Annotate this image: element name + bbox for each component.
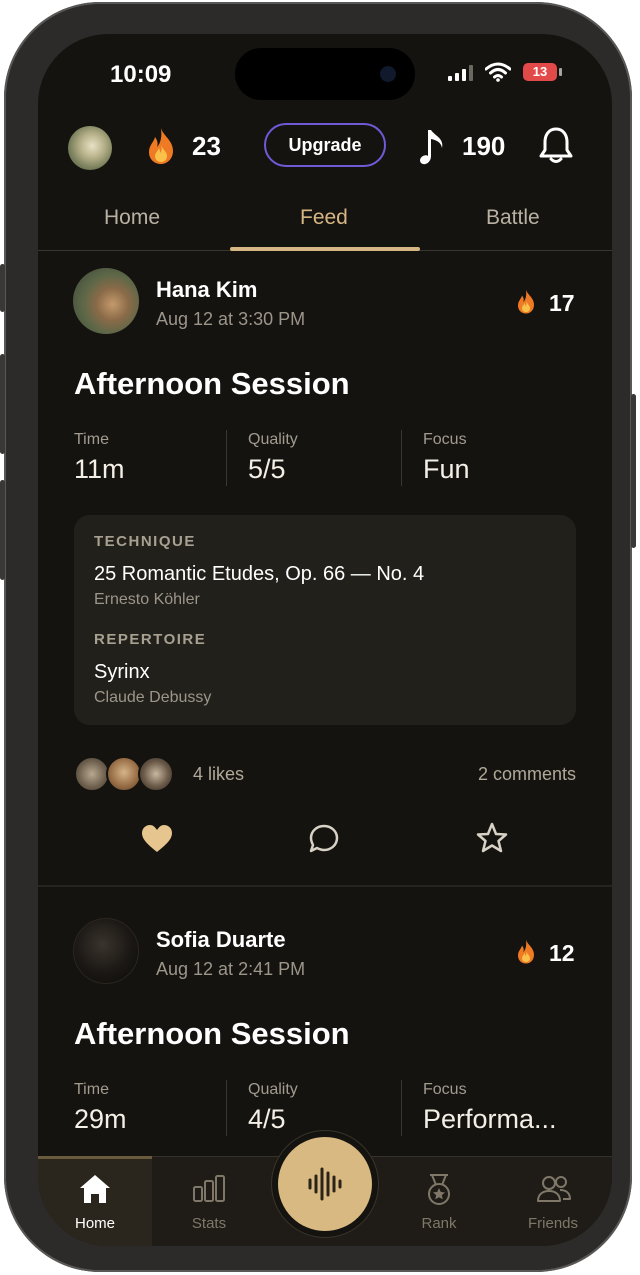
nav-label: Home [74, 1215, 115, 1232]
bell-icon[interactable] [538, 126, 574, 166]
active-tab-indicator [230, 247, 420, 251]
side-button [0, 264, 5, 312]
post-streak-count: 12 [549, 940, 575, 966]
comment-icon[interactable] [309, 824, 339, 854]
piece-title: Syrinx [94, 661, 150, 683]
volume-down-button [0, 480, 5, 580]
comments-count[interactable]: 2 comments [478, 764, 576, 785]
post-date: Aug 12 at 3:30 PM [156, 309, 306, 329]
piece-category: TECHNIQUE [94, 533, 196, 550]
nav-label: Stats [191, 1215, 227, 1232]
likes-count[interactable]: 4 likes [193, 764, 244, 785]
metric-divider [401, 1080, 402, 1136]
tab-battle[interactable]: Battle [486, 206, 540, 230]
battery-tip [559, 68, 562, 76]
streak-flame-icon [149, 128, 173, 164]
metric-label-quality: Quality [248, 431, 298, 448]
heart-icon[interactable] [141, 824, 173, 854]
tab-feed[interactable]: Feed [300, 206, 348, 230]
star-icon[interactable] [476, 822, 508, 854]
status-time: 10:09 [110, 61, 172, 88]
metric-divider [226, 430, 227, 486]
nav-home[interactable]: Home [38, 1156, 152, 1246]
metric-divider [401, 430, 402, 486]
pieces-card[interactable]: TECHNIQUE 25 Romantic Etudes, Op. 66 — N… [74, 515, 576, 725]
session-title: Afternoon Session [74, 366, 350, 401]
record-button[interactable] [278, 1137, 372, 1231]
metric-value-quality: 5/5 [248, 454, 286, 484]
waveform-icon [308, 1167, 342, 1201]
home-icon [80, 1175, 110, 1203]
music-note-icon [420, 130, 443, 165]
post-author[interactable]: Sofia Duarte [156, 927, 286, 953]
metric-label-time: Time [74, 431, 109, 448]
metric-label-time: Time [74, 1081, 109, 1098]
friends-icon [537, 1176, 571, 1202]
metric-label-focus: Focus [423, 1081, 467, 1098]
post-separator [38, 885, 612, 887]
metric-value-time: 29m [74, 1104, 127, 1134]
metric-label-focus: Focus [423, 431, 467, 448]
user-avatar[interactable] [73, 918, 139, 984]
streak-count: 23 [192, 131, 221, 161]
post-date: Aug 12 at 2:41 PM [156, 959, 306, 979]
metric-value-time: 11m [74, 454, 125, 484]
medal-icon [428, 1174, 450, 1205]
camera-icon [380, 66, 396, 82]
status-bar: 10:09 13 [38, 34, 612, 114]
piece-composer: Ernesto Köhler [94, 591, 200, 608]
metric-value-quality: 4/5 [248, 1104, 286, 1134]
nav-label: Rank [421, 1215, 457, 1232]
liker-avatar [106, 756, 142, 792]
metric-value-focus: Fun [423, 454, 470, 484]
battery-indicator: 13 [523, 63, 557, 81]
liker-avatar [138, 756, 174, 792]
nav-rank[interactable]: Rank [382, 1157, 496, 1246]
metric-value-focus: Performa... [423, 1104, 557, 1134]
power-button [631, 394, 636, 548]
post-author[interactable]: Hana Kim [156, 277, 257, 303]
streak-flame-icon [518, 289, 534, 314]
user-avatar[interactable] [73, 268, 139, 334]
nav-label: Friends [527, 1215, 579, 1232]
notes-count: 190 [462, 131, 506, 161]
piece-category: REPERTOIRE [94, 631, 207, 648]
bar-chart-icon [193, 1175, 225, 1202]
session-title: Afternoon Session [74, 1016, 350, 1051]
phone-frame: 10:09 13 23 Upgrade 190 Home Feed Battle… [0, 2, 636, 1272]
piece-title: 25 Romantic Etudes, Op. 66 — No. 4 [94, 563, 425, 585]
tab-home[interactable]: Home [104, 206, 160, 230]
liker-avatar [74, 756, 110, 792]
app-screen: 10:09 13 23 Upgrade 190 Home Feed Battle… [38, 34, 612, 1246]
post-streak-count: 17 [549, 290, 575, 316]
nav-friends[interactable]: Friends [496, 1157, 610, 1246]
signal-icon [448, 65, 473, 81]
profile-avatar[interactable] [68, 126, 112, 170]
upgrade-button[interactable]: Upgrade [264, 123, 386, 167]
volume-up-button [0, 354, 5, 454]
piece-composer: Claude Debussy [94, 689, 212, 706]
metric-divider [226, 1080, 227, 1136]
streak-flame-icon [518, 939, 534, 964]
wifi-icon [485, 62, 511, 82]
nav-stats[interactable]: Stats [152, 1157, 266, 1246]
metric-label-quality: Quality [248, 1081, 298, 1098]
